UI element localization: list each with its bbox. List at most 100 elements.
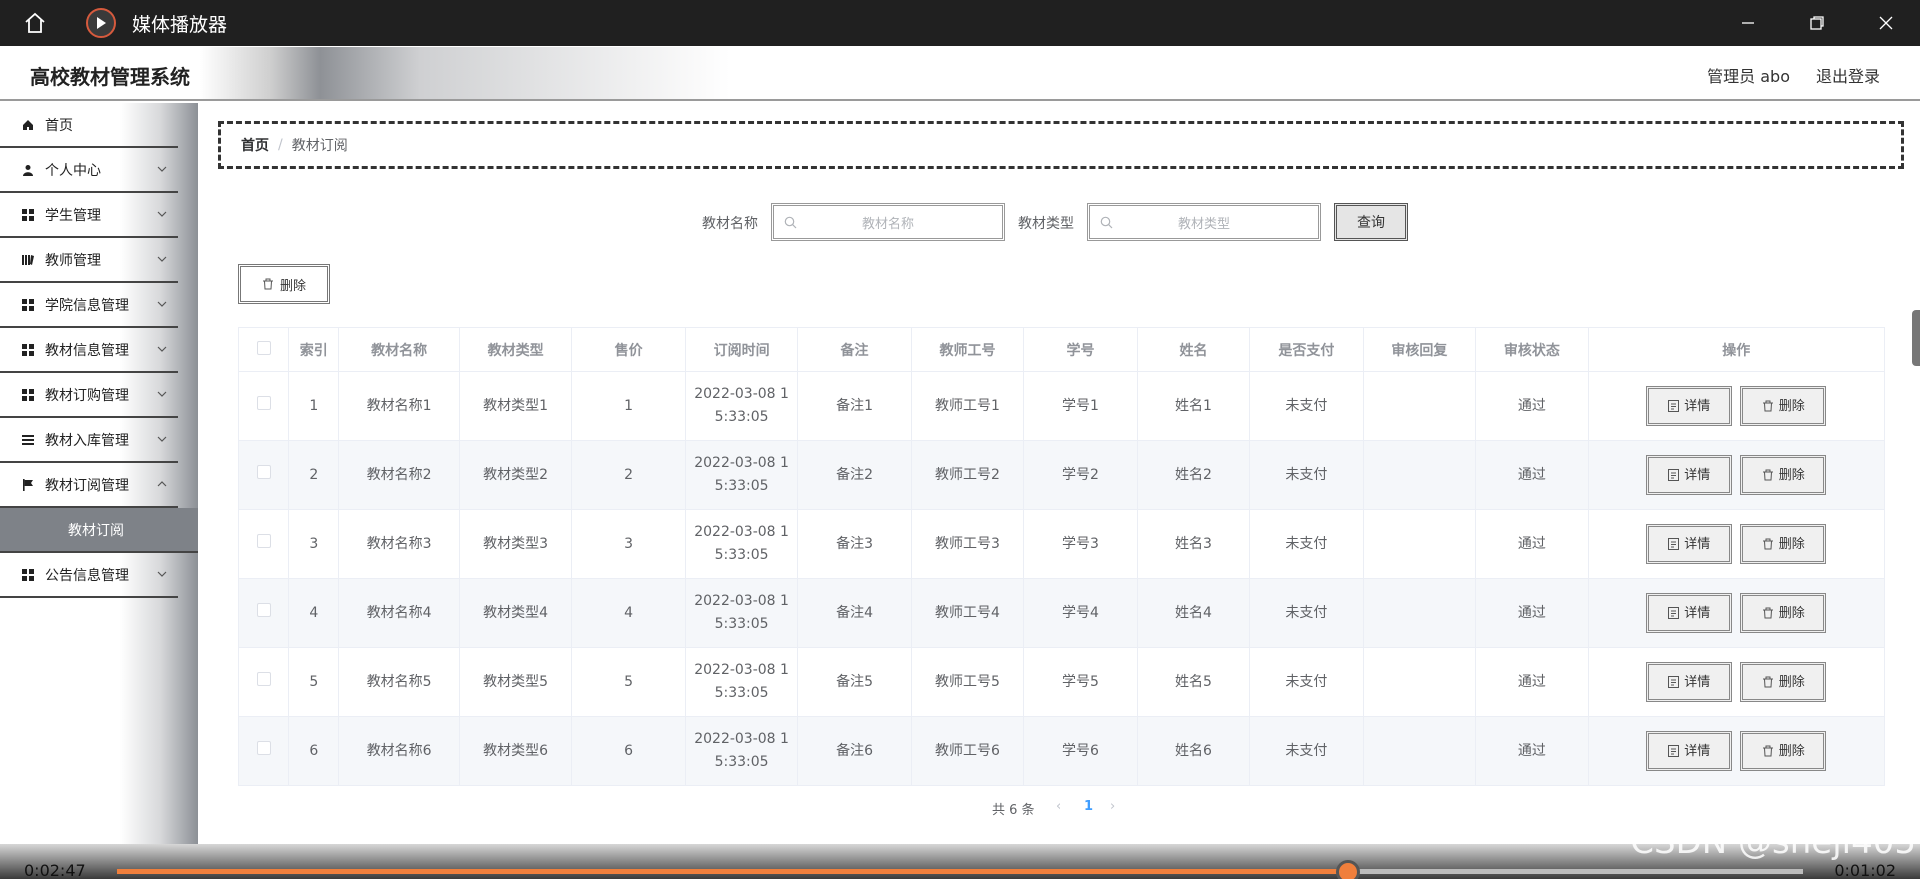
sidebar-subitem-textbook-subscription[interactable]: 教材订阅 bbox=[0, 508, 198, 553]
detail-button[interactable]: 详情 bbox=[1646, 386, 1733, 426]
row-select-cell[interactable] bbox=[238, 647, 290, 717]
cell-index: 4 bbox=[288, 578, 340, 648]
row-checkbox[interactable] bbox=[256, 464, 271, 479]
detail-button[interactable]: 详情 bbox=[1646, 593, 1733, 633]
detail-button[interactable]: 详情 bbox=[1646, 524, 1733, 564]
name-search-input[interactable]: 教材名称 bbox=[771, 203, 1005, 241]
cell-time-line: 2022-03-08 1 bbox=[694, 524, 789, 540]
cell-time: 2022-03-08 1 5:33:05 bbox=[685, 509, 799, 579]
document-icon bbox=[1668, 607, 1680, 619]
detail-label: 详情 bbox=[1684, 743, 1711, 759]
cell-reply bbox=[1363, 509, 1477, 579]
row-checkbox[interactable] bbox=[256, 395, 271, 410]
cell-teacher-id: 教师工号1 bbox=[911, 371, 1025, 441]
cell-name: 教材名称3 bbox=[338, 509, 460, 579]
cell-time: 2022-03-08 1 5:33:05 bbox=[685, 578, 799, 648]
sidebar-item-textbook-subscription[interactable]: 教材订阅管理 bbox=[0, 463, 178, 508]
pagination-page[interactable]: 1 bbox=[1084, 799, 1093, 814]
row-select-cell[interactable] bbox=[238, 509, 290, 579]
home-button[interactable] bbox=[0, 0, 70, 46]
detail-button[interactable]: 详情 bbox=[1646, 731, 1733, 771]
row-select-cell[interactable] bbox=[238, 578, 290, 648]
row-select-cell[interactable] bbox=[238, 440, 290, 510]
row-checkbox[interactable] bbox=[256, 740, 271, 755]
cell-actions: 详情 删除 bbox=[1588, 371, 1886, 441]
sidebar-item-announcement[interactable]: 公告信息管理 bbox=[0, 553, 178, 598]
scrollbar-handle[interactable] bbox=[1912, 310, 1920, 366]
breadcrumb-home[interactable]: 首页 bbox=[241, 135, 269, 155]
cell-student-name: 姓名5 bbox=[1137, 647, 1251, 717]
query-button[interactable]: 查询 bbox=[1334, 203, 1408, 241]
cell-student-name: 姓名2 bbox=[1137, 440, 1251, 510]
pagination-prev[interactable]: ‹ bbox=[1056, 799, 1061, 814]
sidebar: 首页 个人中心 学生管理 教师管理 学院信息管理 教材信息管理 教材订购管理 教… bbox=[0, 103, 198, 844]
sidebar-item-student-management[interactable]: 学生管理 bbox=[0, 193, 178, 238]
document-icon bbox=[1668, 538, 1680, 550]
play-icon bbox=[86, 8, 116, 38]
delete-button[interactable]: 删除 bbox=[1740, 386, 1827, 426]
sidebar-item-label: 个人中心 bbox=[45, 162, 101, 179]
chevron-down-icon bbox=[157, 301, 167, 307]
sidebar-item-textbook-purchase[interactable]: 教材订购管理 bbox=[0, 373, 178, 418]
table-header-row: 索引 教材名称 教材类型 售价 订阅时间 备注 教师工号 学号 姓名 是否支付 … bbox=[238, 327, 1886, 372]
main-content: 首页 / 教材订阅 教材名称 教材名称 教材类型 教材类型 查询 删除 索引 教… bbox=[198, 103, 1920, 844]
sidebar-item-label: 教师管理 bbox=[45, 252, 101, 269]
delete-button[interactable]: 删除 bbox=[1740, 524, 1827, 564]
document-icon bbox=[1668, 745, 1680, 757]
delete-label: 删除 bbox=[1778, 674, 1805, 690]
sidebar-item-personal-center[interactable]: 个人中心 bbox=[0, 148, 178, 193]
delete-button[interactable]: 删除 bbox=[1740, 455, 1827, 495]
minimize-button[interactable] bbox=[1713, 0, 1782, 46]
chevron-down-icon bbox=[157, 166, 167, 172]
sidebar-item-teacher-management[interactable]: 教师管理 bbox=[0, 238, 178, 283]
watermark: CSDN @sheji405 bbox=[1630, 822, 1916, 862]
delete-button[interactable]: 删除 bbox=[1740, 731, 1827, 771]
cell-student-id: 学号1 bbox=[1023, 371, 1138, 441]
row-select-cell[interactable] bbox=[238, 716, 290, 786]
cell-actions: 详情 删除 bbox=[1588, 440, 1886, 510]
cell-name: 教材名称1 bbox=[338, 371, 460, 441]
grid-icon bbox=[21, 343, 35, 357]
pagination-next[interactable]: › bbox=[1110, 799, 1115, 814]
seek-bar[interactable] bbox=[117, 860, 1803, 879]
sidebar-item-textbook-stock-in[interactable]: 教材入库管理 bbox=[0, 418, 178, 463]
table-row: 6 教材名称6 教材类型6 6 2022-03-08 1 5:33:05 备注6 教师工号6 学… bbox=[238, 716, 1886, 786]
sidebar-item-college-management[interactable]: 学院信息管理 bbox=[0, 283, 178, 328]
cell-student-id: 学号4 bbox=[1023, 578, 1138, 648]
select-all-checkbox[interactable] bbox=[256, 340, 271, 355]
type-search-input[interactable]: 教材类型 bbox=[1087, 203, 1321, 241]
name-search-label: 教材名称 bbox=[702, 216, 758, 232]
delete-button[interactable]: 删除 bbox=[1740, 593, 1827, 633]
seek-thumb[interactable] bbox=[1335, 860, 1360, 879]
restore-button[interactable] bbox=[1782, 0, 1851, 46]
chevron-down-icon bbox=[157, 391, 167, 397]
row-checkbox[interactable] bbox=[256, 671, 271, 686]
logout-link[interactable]: 退出登录 bbox=[1816, 63, 1880, 87]
sidebar-item-home[interactable]: 首页 bbox=[0, 103, 178, 148]
detail-label: 详情 bbox=[1684, 536, 1711, 552]
delete-button[interactable]: 删除 bbox=[1740, 662, 1827, 702]
row-checkbox[interactable] bbox=[256, 602, 271, 617]
batch-delete-button[interactable]: 删除 bbox=[238, 264, 330, 304]
cell-student-id: 学号3 bbox=[1023, 509, 1138, 579]
breadcrumb-separator: / bbox=[278, 137, 283, 153]
select-all-cell[interactable] bbox=[238, 327, 290, 372]
breadcrumb: 首页 / 教材订阅 bbox=[218, 121, 1904, 169]
detail-button[interactable]: 详情 bbox=[1646, 662, 1733, 702]
close-button[interactable] bbox=[1851, 0, 1920, 46]
breadcrumb-current: 教材订阅 bbox=[291, 138, 348, 154]
sidebar-item-textbook-info[interactable]: 教材信息管理 bbox=[0, 328, 178, 373]
grid-icon bbox=[21, 298, 35, 312]
row-checkbox[interactable] bbox=[256, 533, 271, 548]
detail-button[interactable]: 详情 bbox=[1646, 455, 1733, 495]
chevron-down-icon bbox=[157, 256, 167, 262]
close-icon bbox=[1879, 16, 1892, 30]
row-select-cell[interactable] bbox=[238, 371, 290, 441]
cell-type: 教材类型2 bbox=[459, 440, 573, 510]
trash-icon bbox=[1762, 400, 1773, 412]
cell-student-name: 姓名4 bbox=[1137, 578, 1251, 648]
pagination: 共 6 条 ‹ 1 › bbox=[198, 799, 1920, 819]
sidebar-item-label: 教材订购管理 bbox=[45, 387, 129, 404]
column-header: 是否支付 bbox=[1249, 327, 1364, 372]
cell-name: 教材名称4 bbox=[338, 578, 460, 648]
